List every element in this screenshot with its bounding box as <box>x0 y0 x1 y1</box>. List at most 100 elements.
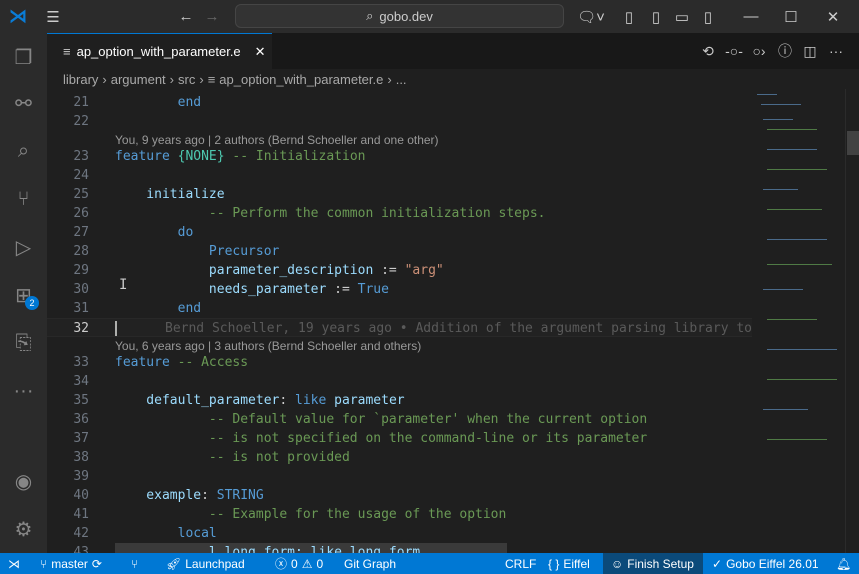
breadcrumb-more[interactable]: ... <box>396 72 407 87</box>
language-mode-button[interactable]: { } Eiffel <box>548 553 590 574</box>
source-control-graph-icon[interactable]: ⚯ <box>0 81 47 125</box>
tab-bar: ≡ ap_option_with_parameter.e ✕ ⟲ -○- ○› ⓘ … <box>47 33 859 69</box>
forward-arrow-icon[interactable]: → <box>202 0 222 33</box>
breadcrumb-src[interactable]: src <box>178 72 195 87</box>
code-line: 23 feature {NONE} -- Initialization <box>73 149 366 164</box>
copilot-chat-icon[interactable]: 🗨︎˅ <box>576 0 606 33</box>
title-bar: ⋊ ☰ ← → ⌕ gobo.dev 🗨︎˅ ▯ ▯ ▭ ▯ — ☐ ✕ <box>0 0 859 33</box>
testing-icon[interactable]: ⎘ <box>0 321 47 365</box>
back-arrow-icon[interactable]: ← <box>176 0 196 33</box>
close-tab-icon[interactable]: ✕ <box>255 44 266 60</box>
breadcrumb-argument[interactable]: argument <box>111 72 166 87</box>
search-icon: ⌕ <box>366 8 374 23</box>
customize-layout-icon[interactable]: ▯ <box>620 0 638 33</box>
code-editor[interactable]: 21 end 22 You, 9 years ago | 2 authors (… <box>47 89 859 553</box>
code-line: 38 -- is not provided <box>73 450 350 465</box>
more-actions-icon[interactable]: ··· <box>825 33 847 69</box>
gobo-label: Gobo Eiffel 26.01 <box>726 556 819 571</box>
maximize-button[interactable]: ☐ <box>776 0 806 33</box>
git-compare-icon[interactable]: ⑂ <box>131 553 138 574</box>
breadcrumb-library[interactable]: library <box>63 72 98 87</box>
code-line: 33 feature -- Access <box>73 355 249 370</box>
current-line: 32 Bernd Schoeller, 19 years ago • Additi… <box>47 318 768 337</box>
git-branch-icon: ⑂ <box>40 556 48 571</box>
rocket-icon: 🚀︎ <box>166 556 182 571</box>
minimap[interactable] <box>753 89 843 553</box>
vscode-logo-icon: ⋊ <box>9 6 27 26</box>
error-icon: ⓧ <box>275 557 288 571</box>
mouse-text-cursor-icon: I <box>119 277 128 293</box>
next-change-icon[interactable]: ○› <box>748 33 770 69</box>
more-icon[interactable]: ··· <box>0 369 47 413</box>
extensions-icon[interactable]: ⊞ 2 <box>0 273 47 317</box>
code-line: 30 needs_parameter := True <box>73 282 389 297</box>
problems-button[interactable]: ⓧ 0 ⚠ 0 <box>275 553 323 574</box>
settings-gear-icon[interactable]: ⚙ <box>0 507 47 551</box>
tab-ap-option-with-parameter[interactable]: ≡ ap_option_with_parameter.e ✕ <box>47 33 272 69</box>
code-line: 24 <box>73 168 89 183</box>
toggle-secondary-sidebar-icon[interactable]: ▯ <box>699 0 717 33</box>
code-line: 26 -- Perform the common initialization … <box>73 206 546 221</box>
search-icon[interactable]: ⌕ <box>0 129 47 173</box>
notifications-bell-icon[interactable]: 🔔︎ <box>836 553 851 574</box>
minimize-button[interactable]: — <box>736 0 766 33</box>
close-window-button[interactable]: ✕ <box>818 0 848 33</box>
codelens-authors[interactable]: You, 9 years ago | 2 authors (Bernd Scho… <box>115 132 439 148</box>
braces-icon: { } <box>548 556 560 571</box>
file-icon: ≡ <box>207 71 216 87</box>
finish-setup-label: Finish Setup <box>627 556 694 571</box>
minimap-preview <box>757 94 837 440</box>
code-line: 29 parameter_description := "arg" <box>73 263 444 278</box>
error-count: 0 <box>291 556 298 571</box>
split-editor-icon[interactable]: ◫ <box>799 33 821 69</box>
previous-change-icon[interactable]: ⟲ <box>697 33 719 69</box>
code-line: 35 default_parameter: like parameter <box>73 393 405 408</box>
code-line: 25 initialize <box>73 187 225 202</box>
file-icon: ≡ <box>63 44 71 59</box>
launchpad-label: Launchpad <box>185 556 245 571</box>
toggle-panel-icon[interactable]: ▭ <box>673 0 691 33</box>
sync-icon: ⟳ <box>91 556 102 571</box>
code-line: 42 local <box>73 526 217 541</box>
text-cursor <box>115 321 117 336</box>
code-line: 34 <box>73 374 89 389</box>
vertical-scrollbar[interactable] <box>845 89 859 553</box>
eol-button[interactable]: CRLF <box>505 553 536 574</box>
source-control-icon[interactable]: ⑂ <box>0 177 47 221</box>
finish-setup-button[interactable]: ☺ Finish Setup <box>603 553 703 574</box>
open-changes-icon[interactable]: -○- <box>723 33 745 69</box>
remote-icon[interactable]: ⋊ <box>0 553 28 574</box>
code-line: 43 l_long_form: like long_form <box>47 543 752 553</box>
breadcrumb-file[interactable]: ap_option_with_parameter.e <box>219 72 383 87</box>
git-graph-button[interactable]: Git Graph <box>344 553 396 574</box>
inline-blame: Bernd Schoeller, 19 years ago • Addition… <box>165 321 768 336</box>
explorer-icon[interactable]: ❐ <box>0 35 47 79</box>
launchpad-button[interactable]: 🚀︎ Launchpad <box>166 553 245 574</box>
menu-icon[interactable]: ☰ <box>42 0 64 33</box>
search-label: gobo.dev <box>379 8 433 24</box>
gitlens-icon[interactable]: ⓘ <box>774 33 796 69</box>
tab-label: ap_option_with_parameter.e <box>76 44 241 59</box>
branch-label: master <box>51 556 88 571</box>
scrollbar-thumb[interactable] <box>847 131 859 155</box>
breadcrumb: library › argument › src › ≡ ap_option_with… <box>63 71 407 87</box>
toggle-sidebar-icon[interactable]: ▯ <box>647 0 665 33</box>
activity-bar: ❐ ⚯ ⌕ ⑂ ▷ ⊞ 2 ⎘ ··· ◉ ⚙ <box>0 33 47 553</box>
warning-count: 0 <box>316 556 324 571</box>
code-line: 28 Precursor <box>73 244 280 259</box>
gobo-eiffel-button[interactable]: ✓ Gobo Eiffel 26.01 <box>712 553 819 574</box>
branch-button[interactable]: ⑂ master ⟳ <box>40 553 102 574</box>
code-line: 40 example: STRING <box>73 488 264 503</box>
code-line: 36 -- Default value for `parameter' when… <box>73 412 648 427</box>
copilot-icon: ☺ <box>611 556 624 571</box>
codelens-authors[interactable]: You, 6 years ago | 3 authors (Bernd Scho… <box>115 338 421 354</box>
language-label: Eiffel <box>563 556 590 571</box>
account-icon[interactable]: ◉ <box>0 459 47 503</box>
command-center-search[interactable]: ⌕ gobo.dev <box>235 4 564 28</box>
code-line: 27 do <box>73 225 194 240</box>
check-icon: ✓ <box>712 556 723 571</box>
code-line: 22 <box>73 114 89 129</box>
run-debug-icon[interactable]: ▷ <box>0 225 47 269</box>
code-line: 37 -- is not specified on the command-li… <box>73 431 648 446</box>
extensions-badge: 2 <box>25 296 39 310</box>
